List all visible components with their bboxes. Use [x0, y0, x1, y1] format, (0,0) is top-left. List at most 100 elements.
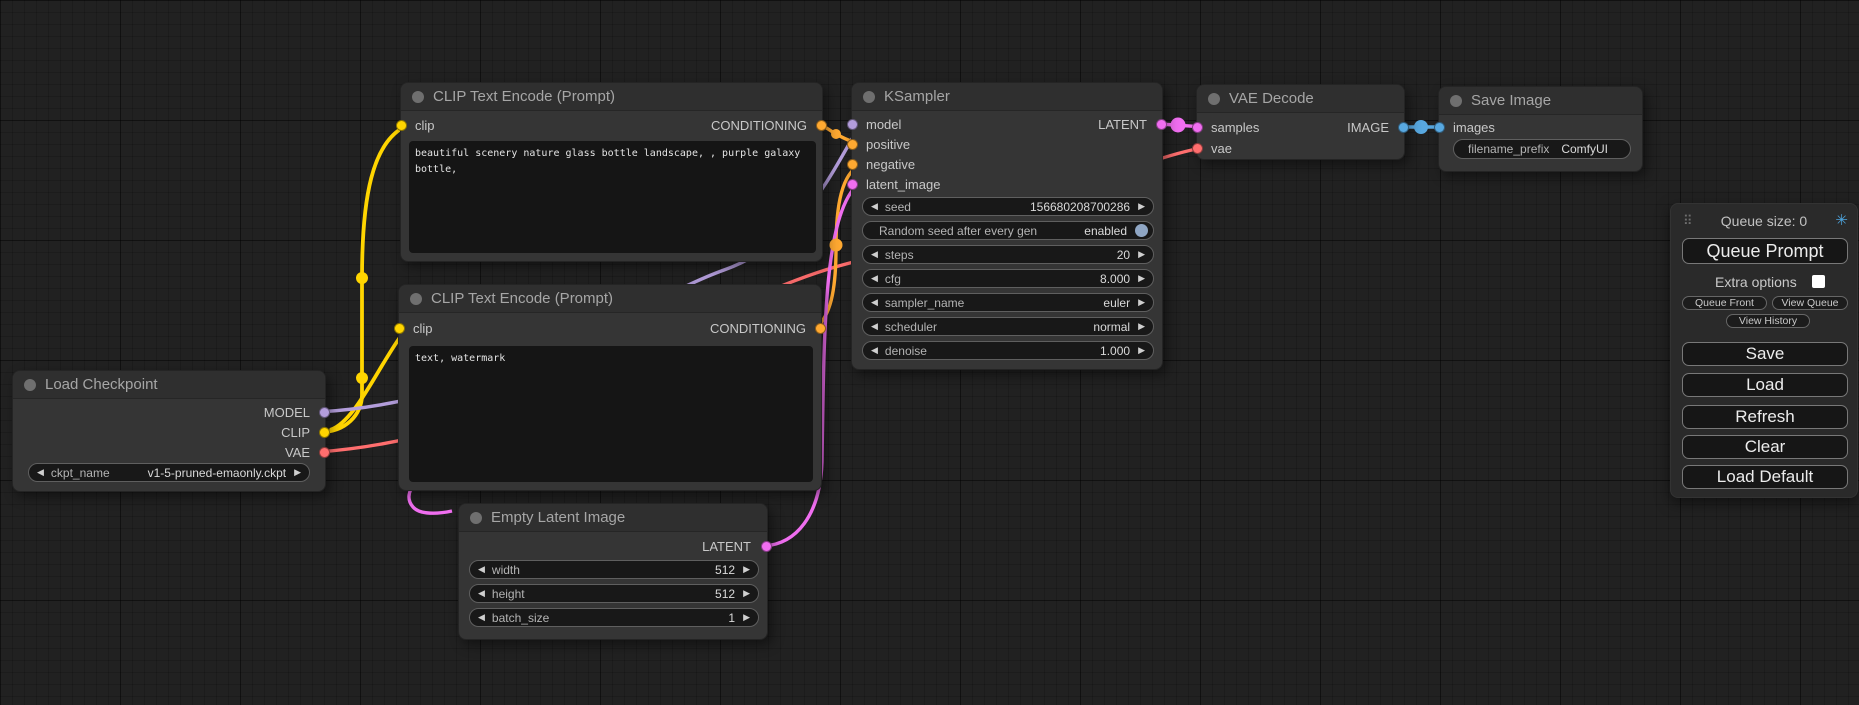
output-port-vae[interactable]: [319, 447, 330, 458]
input-port-clip[interactable]: [396, 120, 407, 131]
node-load-checkpoint[interactable]: Load Checkpoint MODEL CLIP VAE ◀ ckpt_na…: [12, 370, 326, 492]
wire-clip-to-negative-prompt: [330, 329, 406, 430]
output-port-clip[interactable]: [319, 427, 330, 438]
node-title: CLIP Text Encode (Prompt): [431, 290, 613, 307]
steps-widget[interactable]: ◀steps 20▶: [862, 245, 1154, 264]
queue-menu-panel[interactable]: ⠿ Queue size: 0 ✳ Queue Prompt Extra opt…: [1670, 203, 1858, 498]
widget-value: 20: [1117, 248, 1130, 262]
input-label-latent-image: latent_image: [866, 177, 940, 192]
prompt-textarea[interactable]: text, watermark: [409, 346, 813, 482]
input-port-clip[interactable]: [394, 323, 405, 334]
extra-options-checkbox[interactable]: [1812, 275, 1825, 288]
clear-button[interactable]: Clear: [1682, 435, 1848, 459]
prompt-textarea[interactable]: beautiful scenery nature glass bottle la…: [409, 141, 816, 253]
widget-label: denoise: [885, 344, 927, 358]
input-port-samples[interactable]: [1192, 122, 1203, 133]
scheduler-widget[interactable]: ◀scheduler normal▶: [862, 317, 1154, 336]
collapse-dot-icon[interactable]: [470, 512, 482, 524]
increment-arrow-icon[interactable]: ▶: [1138, 346, 1145, 355]
queue-prompt-button[interactable]: Queue Prompt: [1682, 238, 1848, 264]
height-widget[interactable]: ◀height 512▶: [469, 584, 759, 603]
input-port-positive[interactable]: [847, 139, 858, 150]
widget-value: 512: [715, 587, 735, 601]
increment-arrow-icon[interactable]: ▶: [743, 565, 750, 574]
increment-arrow-icon[interactable]: ▶: [1138, 250, 1145, 259]
filename-prefix-widget[interactable]: filename_prefix ComfyUI: [1453, 139, 1631, 159]
link-dot[interactable]: [356, 372, 368, 384]
load-default-button[interactable]: Load Default: [1682, 465, 1848, 489]
decrement-arrow-icon[interactable]: ◀: [871, 250, 878, 259]
input-port-vae[interactable]: [1192, 143, 1203, 154]
node-title-bar[interactable]: KSampler: [852, 83, 1162, 111]
gear-icon[interactable]: ✳: [1835, 211, 1848, 229]
sampler-name-widget[interactable]: ◀sampler_name euler▶: [862, 293, 1154, 312]
seed-widget[interactable]: ◀seed 156680208700286▶: [862, 197, 1154, 216]
output-port-model[interactable]: [319, 407, 330, 418]
node-ksampler[interactable]: KSampler model positive negative latent_…: [851, 82, 1163, 370]
node-clip-text-encode-positive[interactable]: CLIP Text Encode (Prompt) clip CONDITION…: [400, 82, 823, 262]
node-title-bar[interactable]: CLIP Text Encode (Prompt): [399, 285, 821, 313]
decrement-arrow-icon[interactable]: ◀: [478, 613, 485, 622]
comfyui-canvas[interactable]: { "icons": { "decrement": "◀", "incremen…: [0, 0, 1859, 705]
view-queue-button[interactable]: View Queue: [1772, 296, 1848, 310]
batch-size-widget[interactable]: ◀batch_size 1▶: [469, 608, 759, 627]
toggle-icon[interactable]: [1135, 224, 1148, 237]
node-save-image[interactable]: Save Image images filename_prefix ComfyU…: [1438, 86, 1643, 172]
collapse-dot-icon[interactable]: [1208, 93, 1220, 105]
decrement-arrow-icon[interactable]: ◀: [871, 346, 878, 355]
denoise-widget[interactable]: ◀denoise 1.000▶: [862, 341, 1154, 360]
input-label-model: model: [866, 117, 901, 132]
link-dot[interactable]: [830, 239, 843, 252]
input-port-negative[interactable]: [847, 159, 858, 170]
view-history-button[interactable]: View History: [1726, 314, 1810, 328]
collapse-dot-icon[interactable]: [863, 91, 875, 103]
increment-arrow-icon[interactable]: ▶: [1138, 322, 1145, 331]
save-button[interactable]: Save: [1682, 342, 1848, 366]
link-dot[interactable]: [1171, 118, 1186, 133]
output-port-latent[interactable]: [761, 541, 772, 552]
width-widget[interactable]: ◀width 512▶: [469, 560, 759, 579]
increment-arrow-icon[interactable]: ▶: [1138, 274, 1145, 283]
input-port-model[interactable]: [847, 119, 858, 130]
increment-arrow-icon[interactable]: ▶: [743, 613, 750, 622]
input-port-images[interactable]: [1434, 122, 1445, 133]
node-title-bar[interactable]: Save Image: [1439, 87, 1642, 115]
cfg-widget[interactable]: ◀cfg 8.000▶: [862, 269, 1154, 288]
load-button[interactable]: Load: [1682, 373, 1848, 397]
node-title-bar[interactable]: VAE Decode: [1197, 85, 1404, 113]
link-dot[interactable]: [356, 272, 368, 284]
link-dot[interactable]: [1414, 120, 1428, 134]
decrement-arrow-icon[interactable]: ◀: [37, 468, 44, 477]
ckpt-name-widget[interactable]: ◀ ckpt_name v1-5-pruned-emaonly.ckpt ▶: [28, 463, 310, 482]
increment-arrow-icon[interactable]: ▶: [1138, 298, 1145, 307]
decrement-arrow-icon[interactable]: ◀: [478, 565, 485, 574]
decrement-arrow-icon[interactable]: ◀: [871, 274, 878, 283]
collapse-dot-icon[interactable]: [1450, 95, 1462, 107]
increment-arrow-icon[interactable]: ▶: [294, 468, 301, 477]
node-vae-decode[interactable]: VAE Decode samples vae IMAGE: [1196, 84, 1405, 160]
random-seed-widget[interactable]: Random seed after every gen enabled: [862, 221, 1154, 240]
refresh-button[interactable]: Refresh: [1682, 405, 1848, 429]
widget-label: scheduler: [885, 320, 937, 334]
node-clip-text-encode-negative[interactable]: CLIP Text Encode (Prompt) clip CONDITION…: [398, 284, 822, 491]
queue-front-button[interactable]: Queue Front: [1682, 296, 1767, 310]
decrement-arrow-icon[interactable]: ◀: [871, 322, 878, 331]
collapse-dot-icon[interactable]: [410, 293, 422, 305]
link-dot[interactable]: [831, 129, 841, 139]
node-title-bar[interactable]: Empty Latent Image: [459, 504, 767, 532]
node-empty-latent-image[interactable]: Empty Latent Image LATENT ◀width 512▶ ◀h…: [458, 503, 768, 640]
output-port-conditioning[interactable]: [816, 120, 827, 131]
node-title-bar[interactable]: CLIP Text Encode (Prompt): [401, 83, 822, 111]
output-port-latent[interactable]: [1156, 119, 1167, 130]
decrement-arrow-icon[interactable]: ◀: [478, 589, 485, 598]
increment-arrow-icon[interactable]: ▶: [1138, 202, 1145, 211]
collapse-dot-icon[interactable]: [412, 91, 424, 103]
decrement-arrow-icon[interactable]: ◀: [871, 202, 878, 211]
decrement-arrow-icon[interactable]: ◀: [871, 298, 878, 307]
output-port-image[interactable]: [1398, 122, 1409, 133]
increment-arrow-icon[interactable]: ▶: [743, 589, 750, 598]
output-port-conditioning[interactable]: [815, 323, 826, 334]
collapse-dot-icon[interactable]: [24, 379, 36, 391]
input-port-latent-image[interactable]: [847, 179, 858, 190]
node-title-bar[interactable]: Load Checkpoint: [13, 371, 325, 399]
